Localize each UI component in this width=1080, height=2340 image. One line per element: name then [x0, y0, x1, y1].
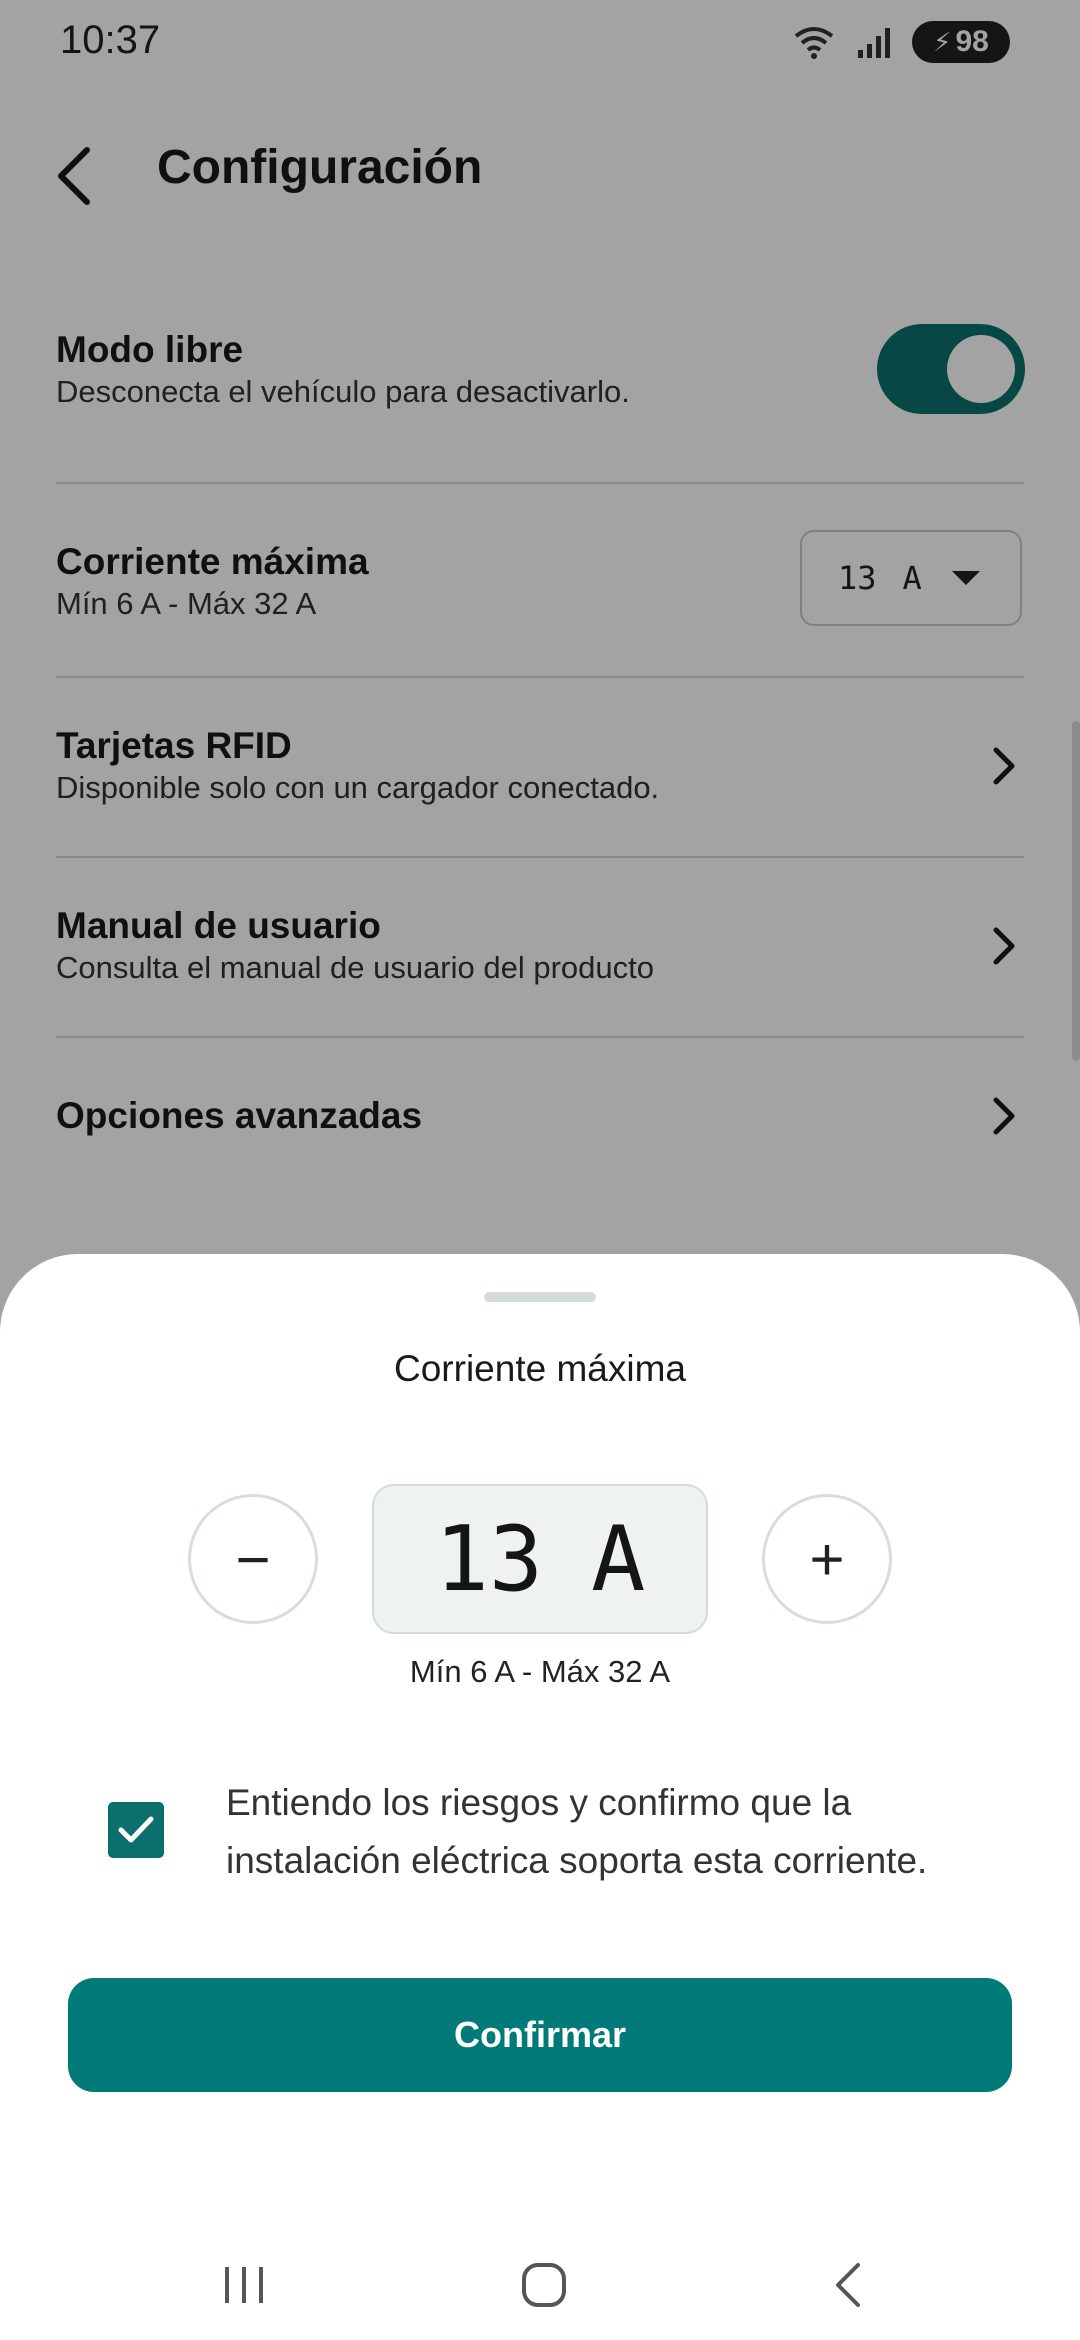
increase-button[interactable]: +	[762, 1494, 892, 1624]
consent-line-1: Entiendo los riesgos y confirmo que la	[226, 1782, 852, 1823]
decrease-button[interactable]: −	[188, 1494, 318, 1624]
consent-checkbox[interactable]	[108, 1802, 164, 1858]
current-value-display: 13 A	[372, 1484, 708, 1634]
check-icon	[118, 1816, 154, 1843]
consent-line-2: instalación eléctrica soporta esta corri…	[226, 1840, 928, 1881]
confirm-button[interactable]: Confirmar	[68, 1978, 1012, 2092]
recents-icon[interactable]	[204, 2250, 284, 2320]
home-icon[interactable]	[504, 2250, 584, 2320]
app-screen: 10:37 ⚡ 98 Configuración Modo libre Desc…	[0, 0, 1080, 2340]
current-unit: A	[591, 1506, 646, 1612]
system-nav-bar	[0, 2230, 1080, 2340]
range-text: Mín 6 A - Máx 32 A	[409, 1654, 671, 1689]
sheet-title: Corriente máxima	[394, 1348, 686, 1389]
drag-handle[interactable]	[484, 1292, 596, 1302]
consent-text[interactable]: Entiendo los riesgos y confirmo que la i…	[226, 1774, 1026, 1890]
max-current-sheet: Corriente máxima − 13 A + Mín 6 A - Máx …	[0, 1254, 1080, 2340]
current-value: 13	[434, 1506, 544, 1612]
nav-back-icon[interactable]	[808, 2250, 888, 2320]
